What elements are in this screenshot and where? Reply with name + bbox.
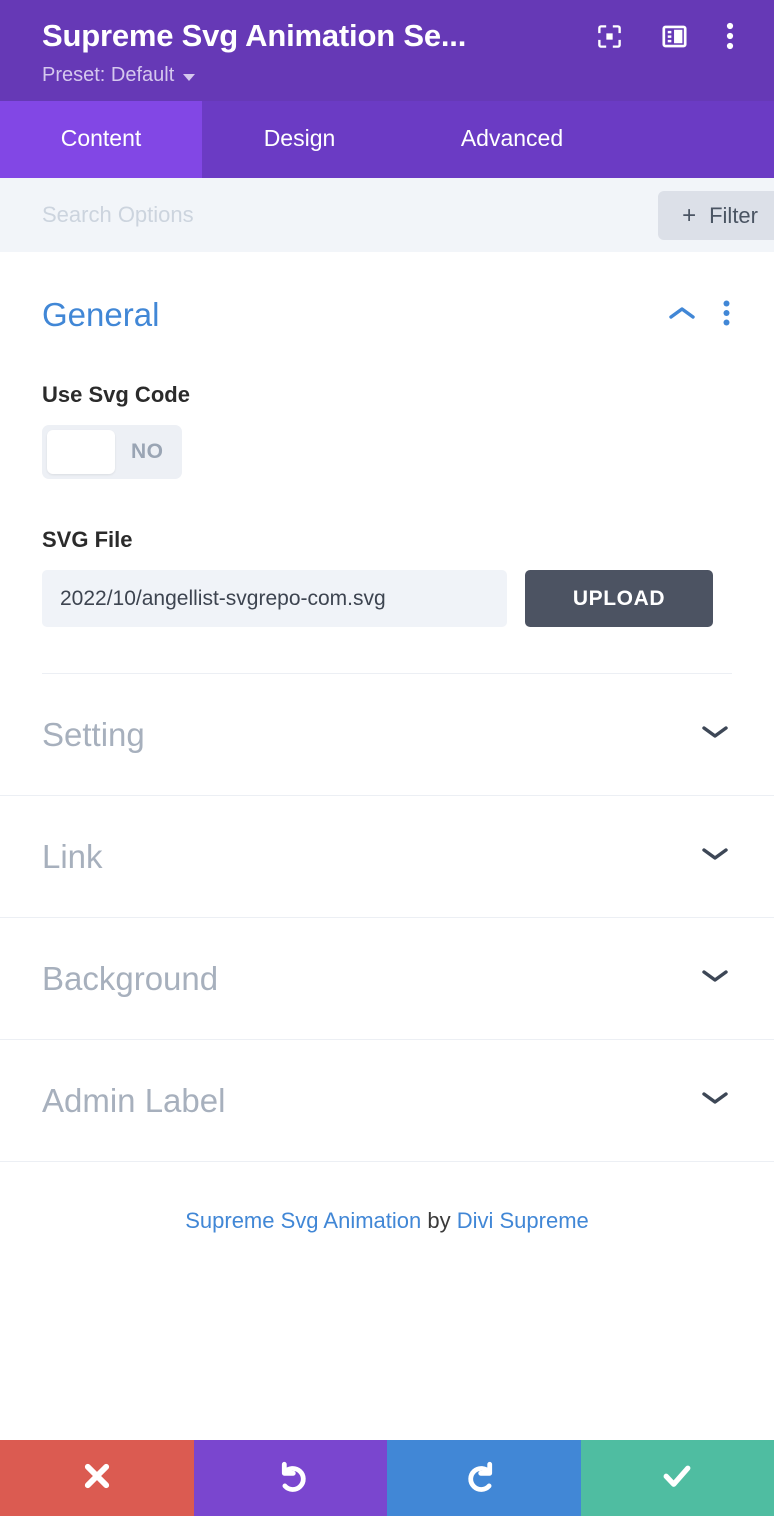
svg-file-row: UPLOAD (42, 570, 732, 627)
layout-panel-icon[interactable] (661, 23, 688, 50)
redo-button[interactable] (387, 1440, 581, 1516)
section-setting-title: Setting (42, 715, 145, 753)
filter-button-label: Filter (709, 202, 758, 228)
plus-icon: + (682, 201, 697, 229)
section-general-header[interactable]: General (42, 296, 732, 334)
close-x-icon (80, 1459, 114, 1498)
undo-arrow-icon (272, 1458, 308, 1499)
section-admin-label-title: Admin Label (42, 1081, 226, 1119)
svg-file-input[interactable] (42, 570, 507, 627)
redo-arrow-icon (466, 1458, 502, 1499)
tab-bar: Content Design Advanced (0, 101, 774, 178)
section-link-title: Link (42, 837, 103, 875)
chevron-down-icon[interactable] (700, 845, 732, 868)
credit-by-text: by (421, 1208, 457, 1233)
focus-frame-icon[interactable] (596, 23, 623, 50)
more-vertical-icon[interactable] (726, 22, 734, 50)
module-settings-panel: Supreme Svg Animation Se... Preset: Defa… (0, 0, 774, 1516)
use-svg-code-label: Use Svg Code (42, 382, 190, 407)
panel-header: Supreme Svg Animation Se... Preset: Defa… (0, 0, 774, 101)
section-background-title: Background (42, 959, 219, 997)
upload-button[interactable]: UPLOAD (525, 570, 713, 627)
chevron-down-icon[interactable] (700, 723, 732, 746)
filter-button[interactable]: + Filter (658, 191, 774, 240)
checkmark-icon (659, 1458, 695, 1499)
chevron-down-icon (183, 73, 196, 81)
action-bar (0, 1440, 774, 1516)
section-general: General Use Svg Code NO SVG File 2022/10… (0, 252, 774, 674)
module-credit: Supreme Svg Animation by Divi Supreme (0, 1208, 774, 1234)
credit-vendor-link[interactable]: Divi Supreme (457, 1208, 589, 1233)
section-link[interactable]: Link (0, 796, 774, 918)
undo-button[interactable] (193, 1440, 387, 1516)
settings-body: General Use Svg Code NO SVG File 2022/10… (0, 252, 774, 1516)
preset-label: Preset: Default (42, 64, 175, 86)
save-button[interactable] (580, 1440, 774, 1516)
section-general-header-icons (667, 300, 732, 331)
chevron-down-icon[interactable] (700, 967, 732, 990)
section-menu-icon[interactable] (723, 300, 730, 331)
page-title: Supreme Svg Animation Se... (42, 18, 467, 53)
tab-content[interactable]: Content (0, 101, 202, 178)
cancel-button[interactable] (0, 1440, 194, 1516)
section-admin-label[interactable]: Admin Label (0, 1040, 774, 1162)
header-top-row: Supreme Svg Animation Se... (0, 18, 774, 54)
toggle-state-label: NO (131, 440, 164, 463)
use-svg-code-toggle[interactable]: NO (42, 425, 182, 479)
header-icon-group (596, 22, 750, 50)
toggle-knob (47, 430, 115, 474)
search-bar: + Filter (0, 178, 774, 252)
section-setting[interactable]: Setting (0, 674, 774, 796)
section-background[interactable]: Background (0, 918, 774, 1040)
tab-advanced[interactable]: Advanced (397, 101, 627, 178)
tab-design[interactable]: Design (202, 101, 397, 178)
svg-file-label: SVG File (42, 527, 133, 552)
credit-module-link[interactable]: Supreme Svg Animation (185, 1208, 421, 1233)
chevron-down-icon[interactable] (700, 1089, 732, 1112)
section-general-title: General (42, 296, 160, 333)
preset-selector[interactable]: Preset: Default (0, 54, 774, 87)
chevron-up-icon[interactable] (667, 304, 697, 327)
